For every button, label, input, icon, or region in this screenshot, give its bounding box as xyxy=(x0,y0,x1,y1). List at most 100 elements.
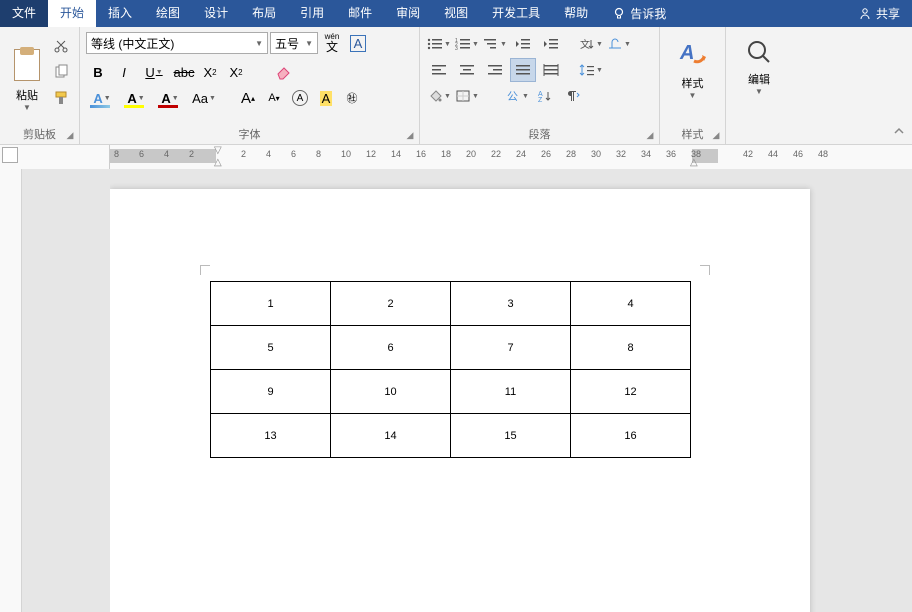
tab-view[interactable]: 视图 xyxy=(432,0,480,27)
shading-button[interactable]: ▼ xyxy=(426,84,452,108)
table-cell[interactable]: 7 xyxy=(451,326,571,370)
increase-indent-button[interactable] xyxy=(538,32,564,56)
highlight-button[interactable]: A▼ xyxy=(120,86,152,110)
numbering-icon: 123 xyxy=(455,37,471,51)
tab-file[interactable]: 文件 xyxy=(0,0,48,27)
tab-references[interactable]: 引用 xyxy=(288,0,336,27)
shrink-font-button[interactable]: A▾ xyxy=(262,86,286,110)
subscript-button[interactable]: X2 xyxy=(198,60,222,84)
table-cell[interactable]: 13 xyxy=(211,414,331,458)
styles-button[interactable]: A 样式 ▼ xyxy=(666,31,719,123)
phonetic-guide-button[interactable]: wén 文 xyxy=(320,31,344,55)
horizontal-ruler[interactable]: 8642246810121416182022242628303234363842… xyxy=(110,145,912,169)
ruler-tick: 42 xyxy=(743,149,753,159)
underline-button[interactable]: U▼ xyxy=(138,60,170,84)
strikethrough-button[interactable]: abc xyxy=(172,60,196,84)
distribute-button[interactable] xyxy=(538,58,564,82)
tab-developer[interactable]: 开发工具 xyxy=(480,0,552,27)
tab-help[interactable]: 帮助 xyxy=(552,0,600,27)
grow-font-button[interactable]: A▴ xyxy=(236,86,260,110)
share-button[interactable]: 共享 xyxy=(846,5,912,22)
bold-button[interactable]: B xyxy=(86,60,110,84)
table-cell[interactable]: 4 xyxy=(571,282,691,326)
copy-button[interactable] xyxy=(50,61,72,83)
table-row[interactable]: 9101112 xyxy=(211,370,691,414)
sort-button[interactable]: AZ xyxy=(532,84,558,108)
editing-button[interactable]: 编辑 ▼ xyxy=(732,31,786,123)
table-cell[interactable]: 3 xyxy=(451,282,571,326)
borders-button[interactable]: ▼ xyxy=(454,84,480,108)
tab-draw[interactable]: 绘图 xyxy=(144,0,192,27)
table-cell[interactable]: 10 xyxy=(331,370,451,414)
asian-layout-button[interactable]: 公▼ xyxy=(504,84,530,108)
tab-home[interactable]: 开始 xyxy=(48,0,96,27)
paste-button[interactable]: 粘贴 ▼ xyxy=(6,31,48,123)
snap-button[interactable]: ▼ xyxy=(606,32,632,56)
tell-me[interactable]: 告诉我 xyxy=(600,5,678,22)
styles-launcher[interactable]: ◢ xyxy=(711,130,721,140)
align-left-button[interactable] xyxy=(426,58,452,82)
tab-mail[interactable]: 邮件 xyxy=(336,0,384,27)
chevron-down-icon: ▼ xyxy=(172,95,179,102)
tab-selector[interactable] xyxy=(2,147,18,163)
table-cell[interactable]: 11 xyxy=(451,370,571,414)
bullets-button[interactable]: ▼ xyxy=(426,32,452,56)
enclose-char-button[interactable]: A xyxy=(288,86,312,110)
table-cell[interactable]: 14 xyxy=(331,414,451,458)
show-marks-button[interactable] xyxy=(560,84,586,108)
decrease-indent-button[interactable] xyxy=(510,32,536,56)
align-center-button[interactable] xyxy=(454,58,480,82)
font-name-combo[interactable]: 等线 (中文正文) ▼ xyxy=(86,32,268,54)
char-border-button[interactable]: A xyxy=(346,31,370,55)
editing-label: 编辑 xyxy=(748,71,770,87)
multilevel-list-button[interactable]: ▼ xyxy=(482,32,508,56)
text-direction-button[interactable]: 文▼ xyxy=(578,32,604,56)
align-justify-button[interactable] xyxy=(510,58,536,82)
line-spacing-button[interactable]: ▼ xyxy=(578,58,604,82)
numbering-button[interactable]: 123▼ xyxy=(454,32,480,56)
line-spacing-icon xyxy=(579,63,595,77)
hanging-indent-marker[interactable]: △ xyxy=(214,157,222,168)
vertical-ruler[interactable] xyxy=(0,169,22,612)
table-cell[interactable]: 2 xyxy=(331,282,451,326)
tab-insert[interactable]: 插入 xyxy=(96,0,144,27)
tab-review[interactable]: 审阅 xyxy=(384,0,432,27)
table-cell[interactable]: 1 xyxy=(211,282,331,326)
chevron-down-icon: ▼ xyxy=(472,41,479,48)
page[interactable]: 12345678910111213141516 xyxy=(110,189,810,612)
table-cell[interactable]: 9 xyxy=(211,370,331,414)
table-row[interactable]: 13141516 xyxy=(211,414,691,458)
document-table[interactable]: 12345678910111213141516 xyxy=(210,281,691,458)
right-indent-marker[interactable]: △ xyxy=(690,157,698,168)
table-cell[interactable]: 16 xyxy=(571,414,691,458)
clear-formatting-button[interactable] xyxy=(272,60,296,84)
circled-char-button[interactable]: ㊓ xyxy=(340,86,364,110)
tab-design[interactable]: 设计 xyxy=(192,0,240,27)
font-launcher[interactable]: ◢ xyxy=(405,130,415,140)
cut-button[interactable] xyxy=(50,35,72,57)
paragraph-launcher[interactable]: ◢ xyxy=(645,130,655,140)
collapse-ribbon-button[interactable] xyxy=(892,124,906,138)
table-cell[interactable]: 6 xyxy=(331,326,451,370)
tab-layout[interactable]: 布局 xyxy=(240,0,288,27)
char-shading-button[interactable]: Aa▼ xyxy=(188,86,220,110)
table-cell[interactable]: 8 xyxy=(571,326,691,370)
margin-corner-tr xyxy=(700,265,710,275)
first-line-indent-marker[interactable]: ▽ xyxy=(214,145,222,156)
table-row[interactable]: 1234 xyxy=(211,282,691,326)
italic-button[interactable]: I xyxy=(112,60,136,84)
align-right-button[interactable] xyxy=(482,58,508,82)
change-case-button[interactable]: A xyxy=(314,86,338,110)
font-size-combo[interactable]: 五号 ▼ xyxy=(270,32,318,54)
font-color-button[interactable]: A▼ xyxy=(154,86,186,110)
table-row[interactable]: 5678 xyxy=(211,326,691,370)
document-canvas[interactable]: 12345678910111213141516 xyxy=(110,169,912,612)
table-cell[interactable]: 12 xyxy=(571,370,691,414)
table-cell[interactable]: 5 xyxy=(211,326,331,370)
clipboard-launcher[interactable]: ◢ xyxy=(65,130,75,140)
format-painter-button[interactable] xyxy=(50,87,72,109)
superscript-button[interactable]: X2 xyxy=(224,60,248,84)
text-effects-button[interactable]: A▼ xyxy=(86,86,118,110)
brush-icon xyxy=(53,90,69,106)
table-cell[interactable]: 15 xyxy=(451,414,571,458)
